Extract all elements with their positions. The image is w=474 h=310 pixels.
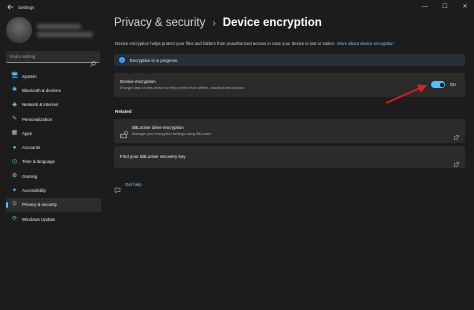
device-encryption-subtitle: Encrypt data on this device to help prot…: [120, 86, 244, 90]
bitlocker-card[interactable]: BitLocker drive encryption Manage your e…: [114, 119, 465, 143]
search-placeholder: Find a setting: [10, 54, 36, 59]
sidebar-item-accessibility[interactable]: ✦ Accessibility: [6, 183, 101, 197]
sidebar-item-bluetooth[interactable]: ✱ Bluetooth & devices: [6, 83, 101, 97]
sidebar-nav: 🖥 System ✱ Bluetooth & devices ◈ Network…: [6, 69, 101, 226]
page-description: Device encryption helps protect your fil…: [115, 41, 467, 46]
device-encryption-toggle[interactable]: [431, 81, 445, 88]
gamepad-icon: ⊛: [11, 173, 18, 180]
app-title: Settings: [18, 4, 35, 10]
sidebar-item-accounts[interactable]: ● Accounts: [6, 140, 101, 154]
monitor-icon: 🖥: [10, 73, 19, 80]
user-profile[interactable]: [6, 17, 93, 43]
info-text: Encryption is in progress.: [130, 57, 179, 63]
bitlocker-drive-icon: [120, 126, 128, 139]
breadcrumb-parent[interactable]: Privacy & security: [114, 17, 205, 29]
sidebar-item-windows-update[interactable]: ⟳ Windows Update: [6, 212, 101, 226]
help-icon: [114, 181, 121, 194]
avatar: [6, 17, 32, 43]
brush-icon: ✎: [11, 116, 18, 123]
description-text: Device encryption helps protect your fil…: [115, 41, 336, 46]
bitlocker-subtitle: Manage your encryption settings using Bi…: [132, 132, 212, 136]
shield-icon: ⛨: [12, 201, 17, 208]
info-icon: i: [119, 57, 125, 63]
window-controls: — ☐ ✕: [420, 0, 470, 14]
sidebar-item-label: System: [22, 73, 37, 79]
sidebar-item-time-language[interactable]: ◷ Time & language: [6, 155, 101, 169]
breadcrumb: Privacy & security › Device encryption: [114, 17, 322, 29]
toggle-state-label: On: [449, 81, 456, 87]
breadcrumb-separator: ›: [212, 17, 216, 29]
sidebar-item-label: Gaming: [22, 173, 38, 179]
sidebar-item-personalization[interactable]: ✎ Personalization: [6, 112, 101, 126]
sidebar-item-label: Accounts: [22, 145, 41, 151]
device-encryption-title: Device encryption: [120, 79, 156, 84]
back-arrow-icon[interactable]: [6, 3, 14, 11]
profile-name-redacted: [37, 23, 81, 29]
external-link-icon: [454, 127, 459, 140]
info-bar: i Encryption is in progress.: [114, 54, 465, 66]
globe-icon: ◷: [11, 158, 18, 165]
more-about-link[interactable]: More about device encryption: [337, 41, 393, 46]
sidebar-item-label: Privacy & security: [22, 202, 57, 208]
sidebar-item-label: Bluetooth & devices: [22, 87, 61, 93]
recovery-key-title: Find your BitLocker recovery key: [120, 154, 186, 159]
update-icon: ⟳: [11, 216, 18, 223]
person-icon: ●: [12, 144, 17, 151]
sidebar-item-apps[interactable]: ▦ Apps: [6, 126, 101, 140]
accessibility-icon: ✦: [11, 187, 18, 194]
page-title: Device encryption: [222, 17, 322, 29]
sidebar-item-label: Accessibility: [22, 188, 46, 194]
get-help-link[interactable]: Get help: [114, 181, 142, 194]
external-link-icon: [454, 154, 459, 167]
maximize-button[interactable]: ☐: [440, 2, 450, 12]
sidebar-item-gaming[interactable]: ⊛ Gaming: [6, 169, 101, 183]
sidebar-item-network[interactable]: ◈ Network & internet: [6, 98, 101, 112]
sidebar-item-label: Time & language: [22, 159, 56, 165]
bluetooth-icon: ✱: [11, 87, 18, 94]
toggle-knob: [439, 82, 444, 87]
recovery-key-card[interactable]: Find your BitLocker recovery key: [114, 146, 465, 168]
device-encryption-card: Device encryption Encrypt data on this d…: [114, 73, 465, 97]
sidebar-item-label: Apps: [22, 130, 33, 136]
search-icon: [90, 54, 96, 67]
sidebar-item-privacy-security[interactable]: ⛨ Privacy & security: [6, 197, 101, 212]
related-heading: Related: [115, 109, 132, 114]
sidebar-item-label: Personalization: [22, 116, 53, 122]
apps-icon: ▦: [11, 130, 18, 137]
sidebar-item-label: Windows Update: [22, 216, 56, 222]
search-input[interactable]: Find a setting: [6, 51, 100, 67]
profile-email-redacted: [37, 31, 93, 37]
minimize-button[interactable]: —: [420, 2, 430, 12]
close-button[interactable]: ✕: [460, 2, 470, 12]
title-bar: Settings — ☐ ✕: [0, 0, 474, 14]
sidebar-item-system[interactable]: 🖥 System: [6, 69, 101, 83]
sidebar-item-label: Network & internet: [22, 102, 59, 108]
profile-text: [37, 21, 93, 40]
network-icon: ◈: [12, 101, 17, 108]
bitlocker-title: BitLocker drive encryption: [132, 125, 184, 130]
get-help-label: Get help: [125, 182, 142, 187]
